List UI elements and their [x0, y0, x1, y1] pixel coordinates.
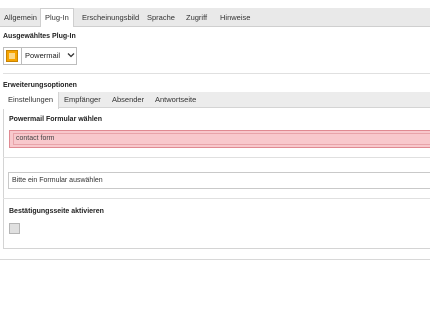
- selected-form-item[interactable]: contact form: [13, 133, 430, 145]
- plugin-icon: [6, 50, 18, 62]
- chevron-down-icon: [67, 53, 75, 58]
- tab-empfaenger[interactable]: Empfänger: [59, 92, 106, 108]
- tab-erscheinungsbild[interactable]: Erscheinungsbild: [78, 8, 143, 27]
- confirmation-title: Bestätigungsseite aktivieren: [9, 208, 104, 215]
- tab-antwortseite[interactable]: Antwortseite: [150, 92, 201, 108]
- top-tab-bar: Allgemein Plug-In Erscheinungsbild Sprac…: [0, 8, 430, 28]
- extension-options-title: Erweiterungsoptionen: [3, 82, 77, 89]
- divider: [3, 73, 430, 74]
- plugin-select[interactable]: Powermail: [3, 47, 77, 65]
- form-select-dropdown[interactable]: Bitte ein Formular auswählen: [8, 172, 430, 189]
- tab-allgemein[interactable]: Allgemein: [0, 8, 41, 27]
- tab-einstellungen[interactable]: Einstellungen: [3, 92, 60, 109]
- selected-form-field[interactable]: contact form: [9, 130, 430, 148]
- tab-zugriff[interactable]: Zugriff: [182, 8, 211, 27]
- tab-sprache[interactable]: Sprache: [143, 8, 179, 27]
- tab-absender[interactable]: Absender: [107, 92, 149, 108]
- extension-tab-bar: Einstellungen Empfänger Absender Antwort…: [3, 92, 430, 109]
- selected-plugin-title: Ausgewähltes Plug-In: [3, 33, 76, 40]
- confirmation-checkbox[interactable]: [9, 223, 20, 234]
- divider: [21, 48, 22, 64]
- divider: [3, 198, 430, 199]
- tab-hinweise[interactable]: Hinweise: [216, 8, 254, 27]
- tab-plug-in[interactable]: Plug-In: [40, 8, 74, 28]
- form-select-title: Powermail Formular wählen: [9, 116, 102, 123]
- divider: [3, 157, 430, 158]
- plugin-select-value: Powermail: [25, 51, 61, 60]
